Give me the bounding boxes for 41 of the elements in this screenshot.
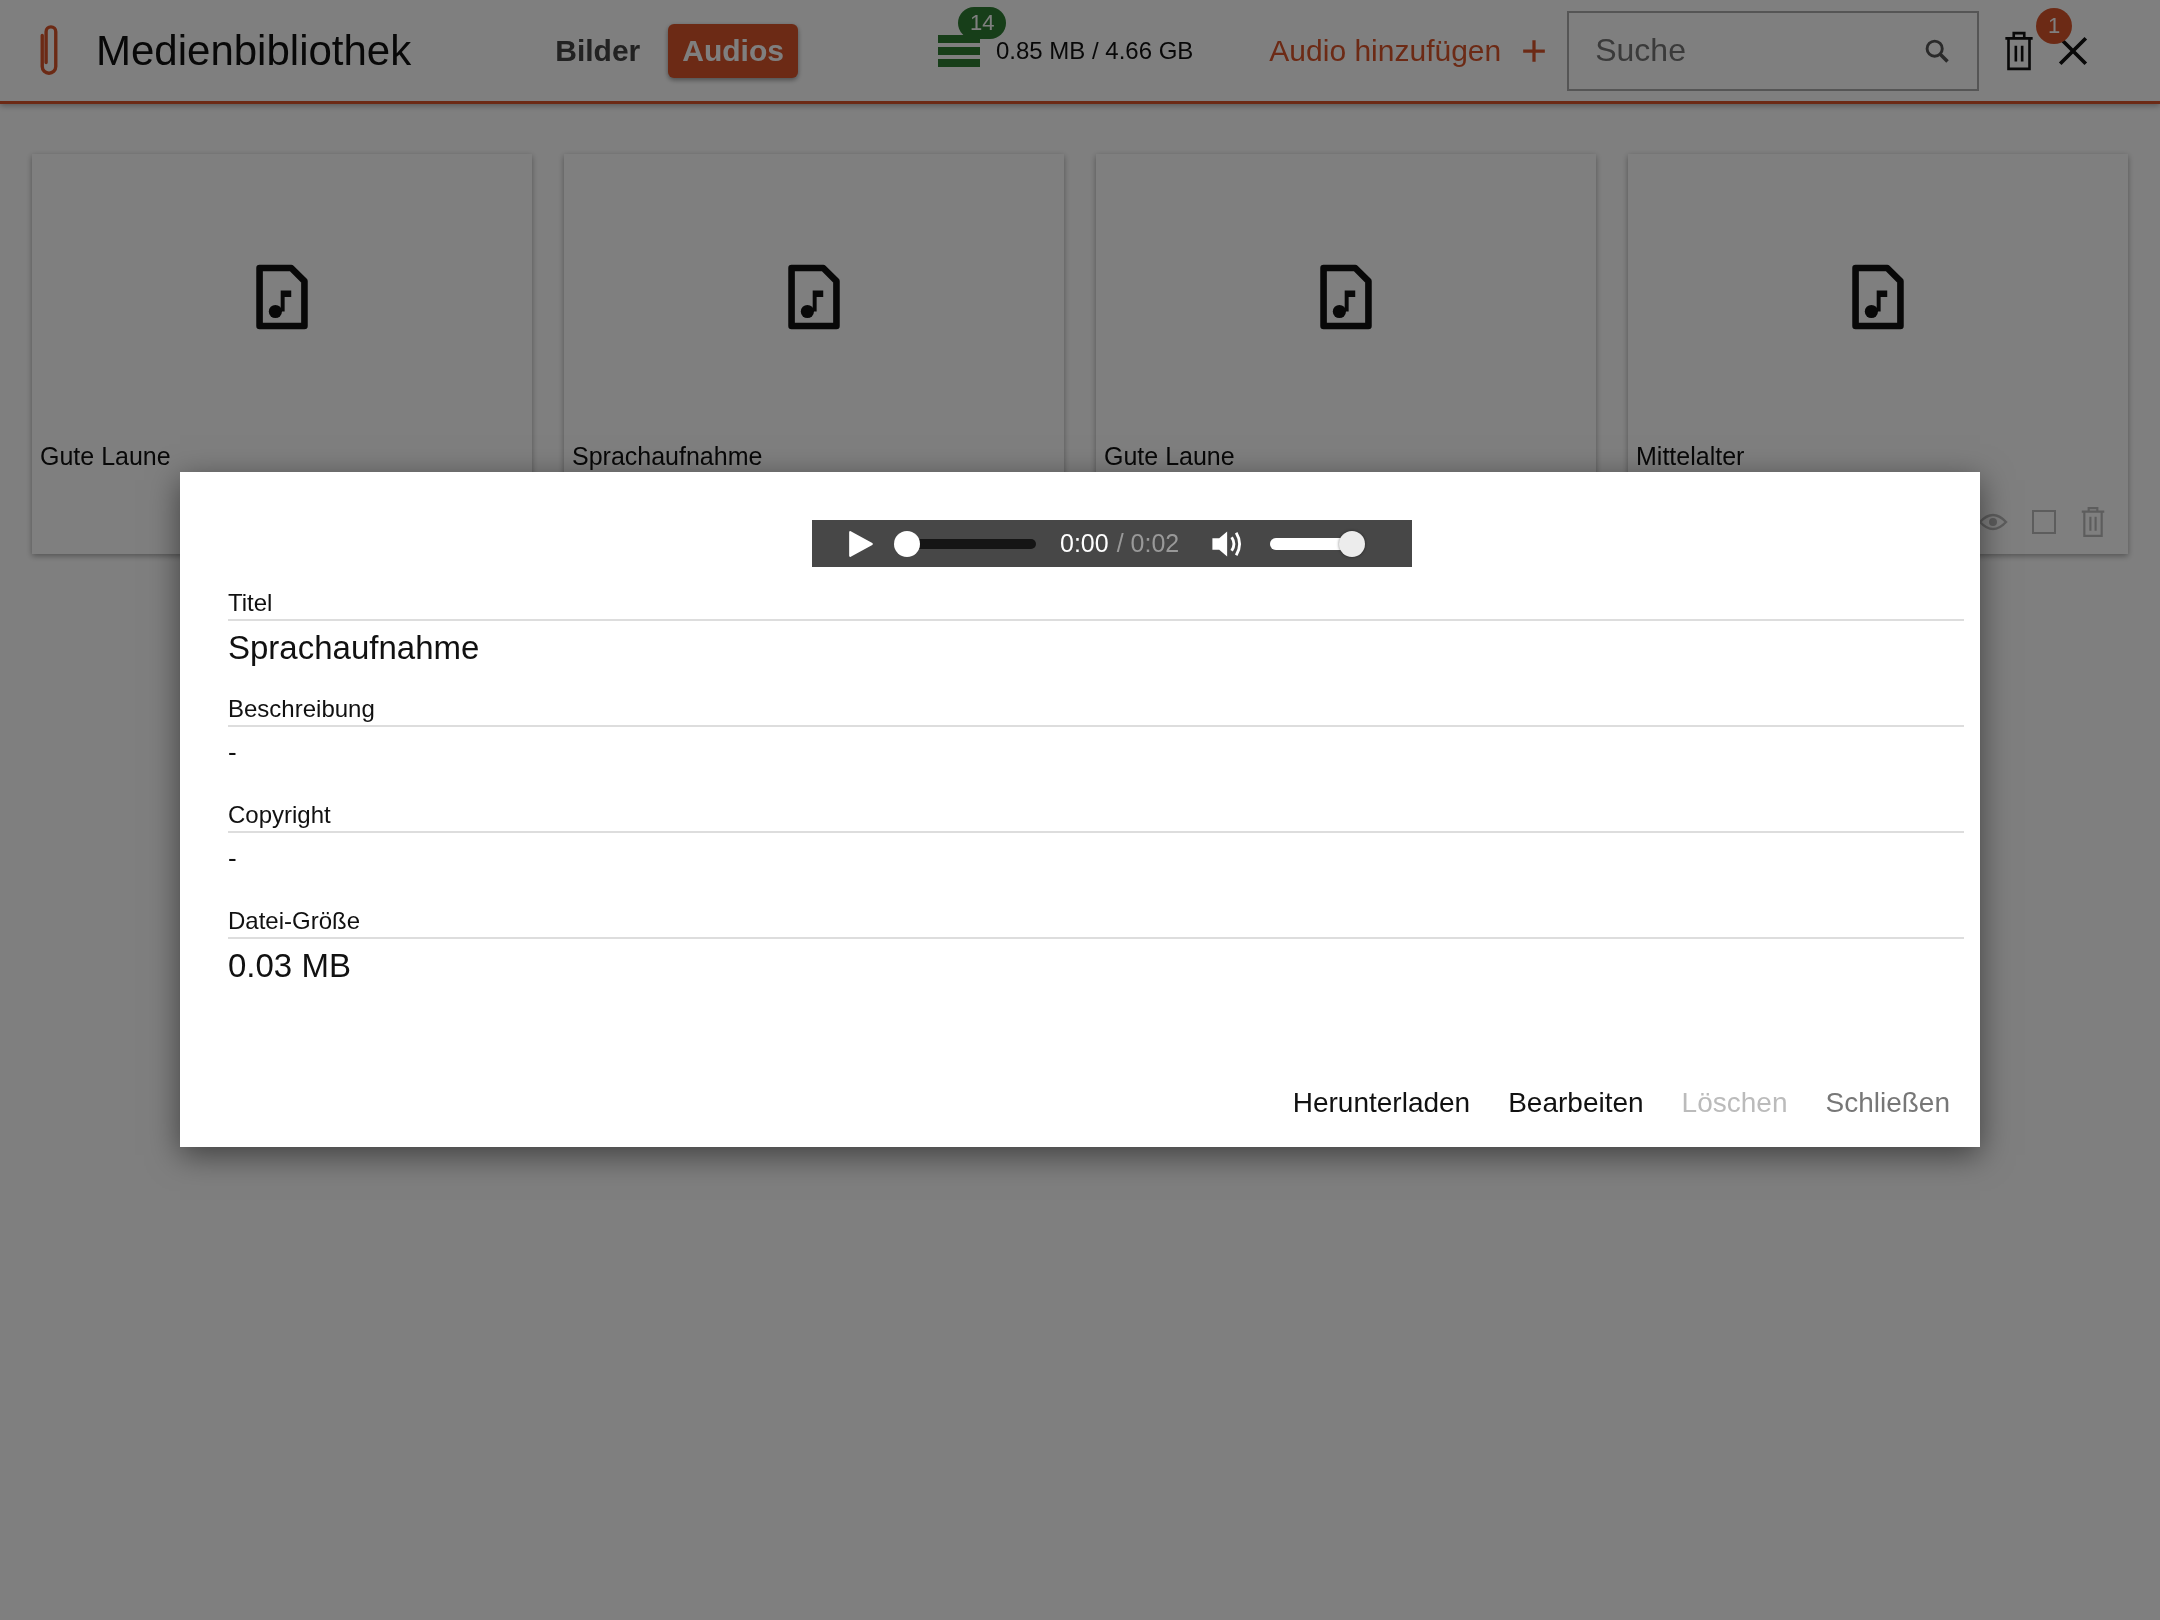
- music-file-icon: [1319, 264, 1373, 330]
- field-value: -: [228, 843, 238, 874]
- card-title: Mittelalter: [1636, 442, 1745, 471]
- tab[interactable]: Audios: [668, 23, 798, 78]
- play-icon[interactable]: [848, 529, 874, 558]
- search-field[interactable]: Suche: [1567, 10, 1980, 91]
- checkbox[interactable]: [2032, 510, 2056, 534]
- card-title: Gute Laune: [1104, 442, 1235, 471]
- slider-thumb[interactable]: [894, 530, 920, 557]
- music-file-icon: [787, 264, 841, 330]
- count-badge: 1: [2036, 7, 2073, 44]
- slider-thumb[interactable]: [1339, 530, 1366, 557]
- field-label: Copyright: [228, 801, 1964, 833]
- eye-icon[interactable]: [1978, 512, 2008, 532]
- app-title: Medienbibliothek: [96, 26, 412, 75]
- field-value: Sprachaufnahme: [228, 629, 481, 667]
- time-current: 0:00: [1060, 529, 1109, 558]
- card-title: Gute Laune: [40, 442, 171, 471]
- time-duration: / 0:02: [1116, 529, 1180, 558]
- music-file-icon: [1851, 264, 1905, 330]
- close-icon[interactable]: [2057, 34, 2090, 67]
- field-value: -: [228, 737, 238, 768]
- audio-card[interactable]: Gute Laune: [32, 154, 532, 554]
- dialog-button[interactable]: Herunterladen: [1278, 1081, 1485, 1125]
- dialog-button[interactable]: Schließen: [1811, 1081, 1964, 1125]
- tab[interactable]: Bilder: [541, 23, 655, 78]
- storage-icon: [937, 32, 980, 69]
- card-title: Sprachaufnahme: [572, 442, 763, 471]
- seek-slider[interactable]: [894, 530, 1038, 557]
- field-value: 0.03 MB: [228, 947, 352, 985]
- field-label: Titel: [228, 589, 1964, 621]
- field-label: Datei-Größe: [228, 907, 1964, 939]
- dialog-button[interactable]: Bearbeiten: [1494, 1081, 1658, 1125]
- trash-icon[interactable]: [2003, 29, 2036, 72]
- count-badge: 14: [957, 6, 1007, 39]
- add-audio-button[interactable]: Audio hinzufügen: [1263, 32, 1554, 69]
- field-label: Beschreibung: [228, 695, 1964, 727]
- plus-icon: [1521, 37, 1548, 64]
- audio-card[interactable]: Mittelalter: [1628, 154, 2128, 554]
- storage-usage: 0.85 MB / 4.66 GB: [995, 36, 1194, 65]
- music-file-icon: [255, 264, 309, 330]
